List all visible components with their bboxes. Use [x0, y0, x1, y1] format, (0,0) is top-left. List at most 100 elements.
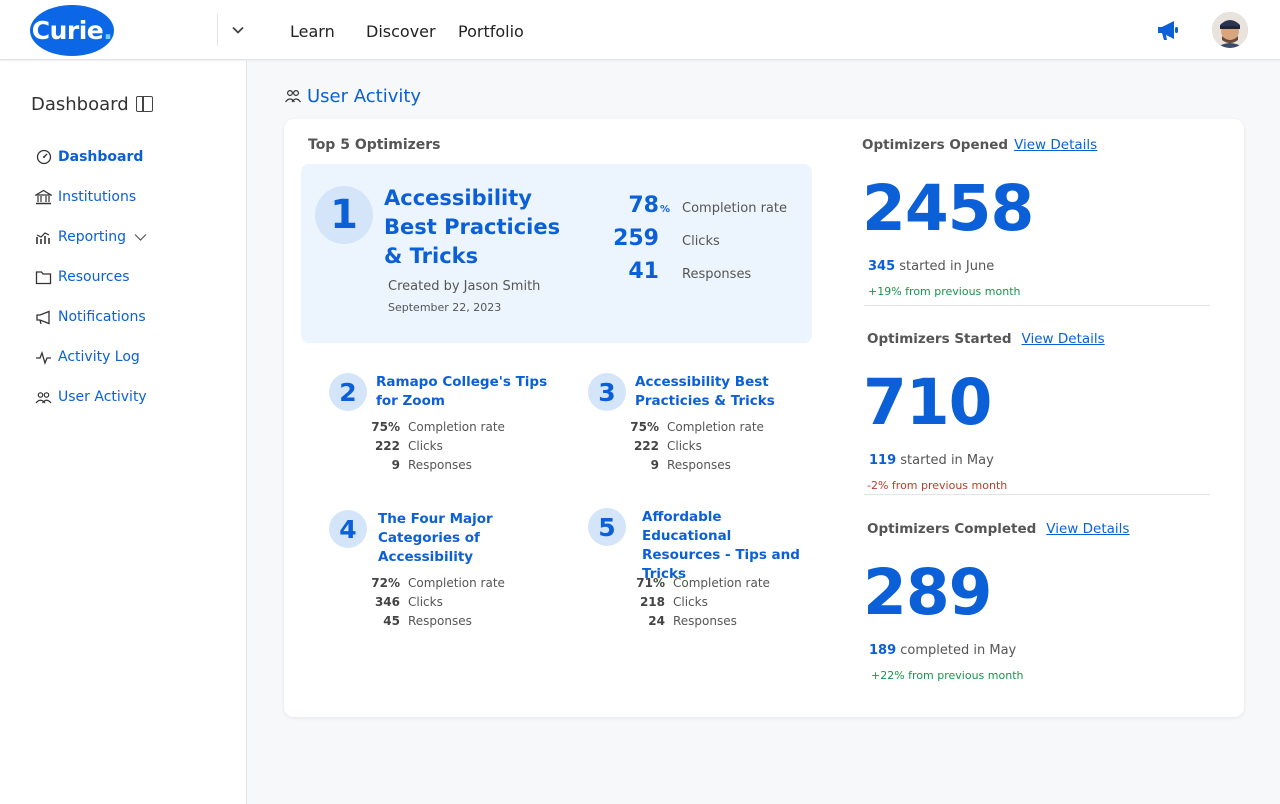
stat-label: Responses — [408, 458, 472, 472]
sidebar-item-institutions[interactable]: Institutions — [35, 187, 136, 207]
sidebar-item-resources[interactable]: Resources — [35, 267, 130, 287]
sidebar-item-reporting[interactable]: Reporting — [35, 227, 147, 247]
optimizer-card-4[interactable]: 4 The Four Major Categories of Accessibi… — [329, 510, 559, 640]
metric-delta: +19% from previous month — [868, 285, 1021, 298]
stat-label: Completion rate — [682, 201, 787, 216]
logo-dot: . — [103, 16, 113, 45]
optimizer-stat: 71% Completion rate — [624, 576, 770, 590]
stat-label: Completion rate — [408, 576, 505, 590]
stat-label: Responses — [667, 458, 731, 472]
sidebar-item-label: Reporting — [58, 229, 127, 245]
optimizer-title[interactable]: Ramapo College's Tips for Zoom — [376, 373, 556, 411]
view-details-link[interactable]: View Details — [1022, 331, 1105, 347]
stat-label: Responses — [682, 267, 752, 282]
metric-opened: Optimizers Opened View Details 2458 345 … — [862, 137, 1212, 307]
optimizer-title[interactable]: The Four Major Categories of Accessibili… — [378, 510, 508, 567]
chevron-down-icon[interactable] — [228, 20, 248, 40]
featured-stat-completion: 78 % Completion rate — [601, 193, 787, 218]
sidebar-item-notifications[interactable]: Notifications — [35, 307, 146, 327]
stat-label: Completion rate — [408, 420, 505, 434]
announcements-megaphone-icon[interactable] — [1154, 16, 1182, 44]
stat-label: Clicks — [408, 595, 443, 609]
metric-header: Optimizers Started View Details — [867, 331, 1217, 347]
stat-value: 9 — [650, 458, 659, 472]
folder-icon — [35, 269, 52, 286]
featured-optimizer[interactable]: 1 Accessibility Best Practicies & Tricks… — [301, 164, 812, 343]
optimizer-stat: 218 Clicks — [624, 595, 708, 609]
curie-logo[interactable]: Curie. — [30, 5, 114, 56]
stat-value: 24 — [648, 614, 665, 628]
metric-sub-label: started in June — [899, 259, 995, 274]
chart-icon — [35, 229, 52, 246]
optimizer-card-5[interactable]: 5 Affordable Educational Resources - Tip… — [588, 508, 828, 638]
stat-label: Completion rate — [673, 576, 770, 590]
view-details-link[interactable]: View Details — [1046, 521, 1129, 537]
featured-optimizer-title[interactable]: Accessibility Best Practicies & Tricks — [384, 184, 584, 271]
nav-learn[interactable]: Learn — [290, 22, 335, 41]
optimizer-stat: 75% Completion rate — [618, 420, 764, 434]
stat-label: Responses — [408, 614, 472, 628]
stat-value: 78 — [628, 193, 659, 218]
top5-label: Top 5 Optimizers — [308, 137, 441, 153]
pulse-icon — [35, 349, 52, 366]
optimizer-card-2[interactable]: 2 Ramapo College's Tips for Zoom 75% Comp… — [329, 373, 559, 483]
stat-value: 346 — [374, 595, 400, 609]
stat-value: 41 — [628, 259, 659, 284]
stat-value: 72% — [371, 576, 400, 590]
metric-value: 289 — [863, 556, 993, 629]
sidebar-item-user-activity[interactable]: User Activity — [35, 387, 147, 407]
collapse-sidebar-icon[interactable] — [136, 96, 153, 112]
optimizer-stat: 72% Completion rate — [359, 576, 505, 590]
stat-value: 218 — [639, 595, 665, 609]
optimizer-title[interactable]: Accessibility Best Practicies & Tricks — [635, 373, 785, 411]
optimizer-stat: 24 Responses — [624, 614, 737, 628]
metric-sub-value: 119 — [869, 453, 897, 468]
rank-badge: 3 — [588, 373, 626, 411]
rank-badge: 1 — [315, 186, 373, 244]
stat-value: 75% — [371, 420, 400, 434]
metric-divider — [864, 494, 1210, 495]
metric-sub-value: 345 — [868, 259, 896, 274]
stat-value: 222 — [374, 439, 400, 453]
stat-value: 222 — [633, 439, 659, 453]
nav-discover[interactable]: Discover — [366, 22, 436, 41]
chevron-down-icon[interactable] — [134, 232, 147, 242]
sidebar-item-label: User Activity — [58, 389, 147, 405]
sidebar-item-dashboard[interactable]: Dashboard — [35, 147, 143, 167]
user-avatar[interactable] — [1212, 12, 1248, 48]
page-title: User Activity — [284, 86, 421, 107]
megaphone-icon — [35, 309, 52, 326]
optimizer-stat: 45 Responses — [359, 614, 472, 628]
view-details-link[interactable]: View Details — [1014, 137, 1097, 153]
metric-value: 710 — [863, 366, 993, 439]
nav-portfolio[interactable]: Portfolio — [458, 22, 524, 41]
metric-delta: -2% from previous month — [867, 479, 1008, 492]
metric-subtext: 345 started in June — [868, 259, 994, 274]
users-icon — [284, 88, 302, 106]
featured-date: September 22, 2023 — [388, 301, 502, 314]
metric-sub-label: completed in May — [900, 643, 1017, 658]
rank-badge: 4 — [329, 510, 367, 548]
rank-badge: 5 — [588, 508, 626, 546]
sidebar-item-label: Activity Log — [58, 349, 140, 365]
stat-suffix: % — [660, 204, 671, 215]
dashboard-gauge-icon — [35, 149, 52, 166]
featured-stat-responses: 41 Responses — [601, 259, 751, 284]
stat-label: Clicks — [682, 234, 720, 249]
sidebar-item-label: Institutions — [58, 189, 137, 205]
sidebar: Dashboard Dashboard Institutions Reporti… — [0, 61, 247, 804]
metric-subtext: 189 completed in May — [869, 643, 1016, 658]
users-icon — [35, 389, 52, 406]
metric-sub-value: 189 — [869, 643, 897, 658]
stat-value: 71% — [636, 576, 665, 590]
stat-value: 45 — [383, 614, 400, 628]
stat-label: Clicks — [408, 439, 443, 453]
topbar-divider — [217, 14, 218, 46]
optimizer-card-3[interactable]: 3 Accessibility Best Practicies & Tricks… — [588, 373, 818, 483]
stat-value: 259 — [613, 226, 659, 251]
stat-value: 9 — [391, 458, 400, 472]
optimizer-stat: 9 Responses — [359, 458, 472, 472]
sidebar-item-label: Notifications — [58, 309, 146, 325]
sidebar-item-activity-log[interactable]: Activity Log — [35, 347, 140, 367]
optimizer-title[interactable]: Affordable Educational Resources - Tips … — [642, 508, 812, 584]
